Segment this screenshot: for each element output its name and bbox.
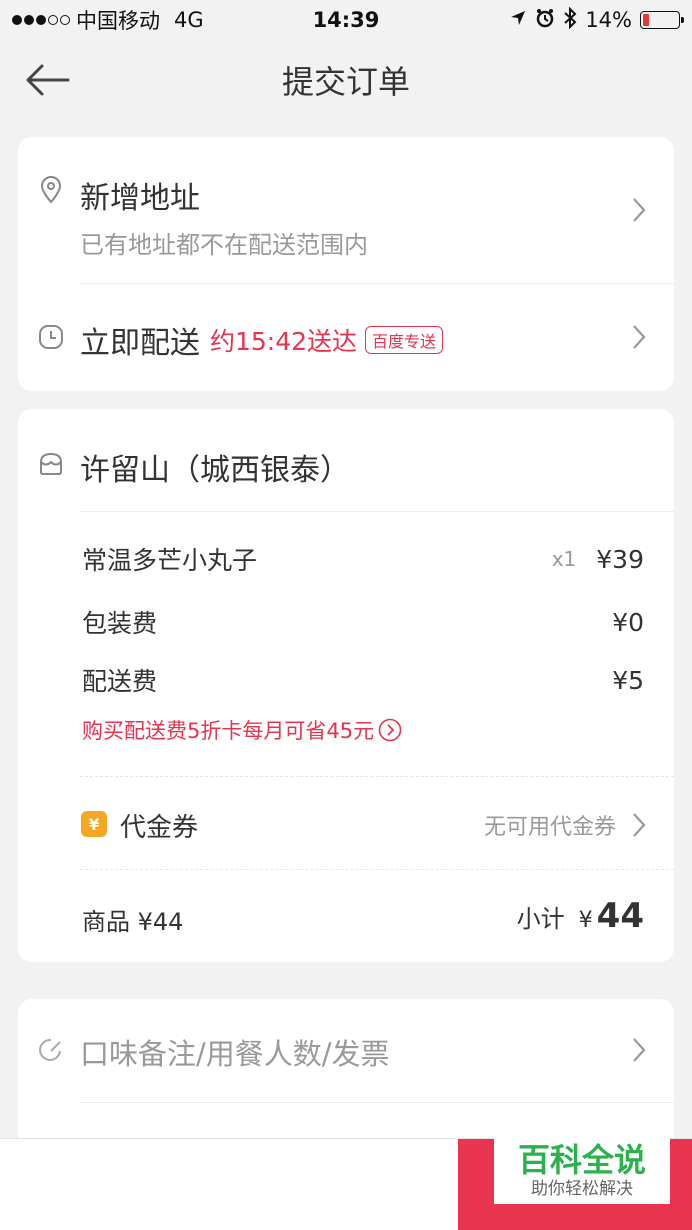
item-qty: x1 <box>551 547 577 571</box>
delivery-card-promo[interactable]: 购买配送费5折卡每月可省45元 <box>82 715 402 745</box>
back-arrow-icon <box>26 64 70 96</box>
divider <box>80 1102 674 1103</box>
location-arrow-icon <box>509 8 527 32</box>
packing-fee-row: 包装费 ¥0 <box>82 604 644 640</box>
subtotal-value: 44 <box>596 896 644 936</box>
network-label: 4G <box>174 8 204 32</box>
packing-fee-value: ¥0 <box>612 607 644 637</box>
summary-row: 商品 ¥44 小计 ¥ 44 <box>18 870 674 962</box>
bluetooth-icon <box>563 6 577 34</box>
delivery-time-row[interactable]: 立即配送 约15:42送达 百度专送 <box>18 284 674 390</box>
watermark-subtitle: 助你轻松解决 <box>531 1179 633 1199</box>
goods-total: 商品 ¥44 <box>82 908 184 936</box>
alarm-icon <box>535 8 555 33</box>
notes-row[interactable]: 口味备注/用餐人数/发票 <box>18 999 674 1102</box>
order-card: 许留山（城西银泰） 常温多芒小丸子 x1 ¥39 包装费 ¥0 配送费 ¥5 购… <box>18 409 674 962</box>
coupon-icon: ¥ <box>81 811 107 837</box>
delivery-fee-label: 配送费 <box>82 667 158 696</box>
promo-text: 购买配送费5折卡每月可省45元 <box>82 719 375 743</box>
delivery-fee-value: ¥5 <box>612 665 644 695</box>
delivery-fee-row: 配送费 ¥5 <box>82 662 644 698</box>
divider <box>80 511 674 512</box>
watermark-logo: 百科全说 助你轻松解决 <box>494 1138 670 1204</box>
chevron-right-icon <box>630 322 648 352</box>
status-right: 14% <box>509 6 684 34</box>
status-left: 中国移动 4G <box>12 5 204 35</box>
chevron-right-icon <box>630 1035 648 1065</box>
subtotal-label: 小计 <box>516 905 565 933</box>
list-item: 常温多芒小丸子 x1 ¥39 <box>82 541 644 577</box>
location-pin-icon <box>36 175 66 205</box>
delivery-card: 新增地址 已有地址都不在配送范围内 立即配送 约15:42送达 百度专送 <box>18 137 674 391</box>
item-name: 常温多芒小丸子 <box>82 546 258 575</box>
edit-note-icon <box>36 1035 66 1065</box>
delivery-eta: 约15:42送达 <box>210 327 358 356</box>
shop-name: 许留山（城西银泰） <box>80 453 350 488</box>
delivery-label: 立即配送 <box>80 326 200 361</box>
chevron-right-icon <box>630 195 648 225</box>
notes-card: 口味备注/用餐人数/发票 <box>18 999 674 1159</box>
watermark-title: 百科全说 <box>517 1141 646 1179</box>
signal-icon <box>12 15 70 25</box>
carrier-label: 中国移动 <box>76 9 160 33</box>
battery-icon <box>640 11 684 29</box>
page-title: 提交订单 <box>281 63 410 101</box>
chevron-right-icon <box>630 810 648 840</box>
clock-icon <box>36 322 66 352</box>
delivery-badge: 百度专送 <box>365 326 444 354</box>
coupon-value: 无可用代金券 <box>483 815 616 840</box>
coupon-label: 代金券 <box>120 813 199 843</box>
back-button[interactable] <box>24 58 72 102</box>
nav-bar: 提交订单 <box>0 40 692 120</box>
shop-icon <box>36 449 66 479</box>
arrow-circle-right-icon <box>378 718 402 742</box>
shop-row[interactable]: 许留山（城西银泰） <box>18 409 674 511</box>
notes-label: 口味备注/用餐人数/发票 <box>80 1037 390 1071</box>
battery-percent: 14% <box>585 8 632 32</box>
coupon-row[interactable]: ¥ 代金券 无可用代金券 <box>18 777 674 869</box>
item-price: ¥39 <box>596 544 644 574</box>
status-bar: 中国移动 4G 14:39 14% <box>0 0 692 40</box>
address-title: 新增地址 <box>80 181 200 216</box>
address-subtitle: 已有地址都不在配送范围内 <box>80 231 368 259</box>
packing-fee-label: 包装费 <box>82 609 158 638</box>
address-row[interactable]: 新增地址 已有地址都不在配送范围内 <box>18 137 674 283</box>
subtotal-currency: ¥ <box>578 908 593 933</box>
